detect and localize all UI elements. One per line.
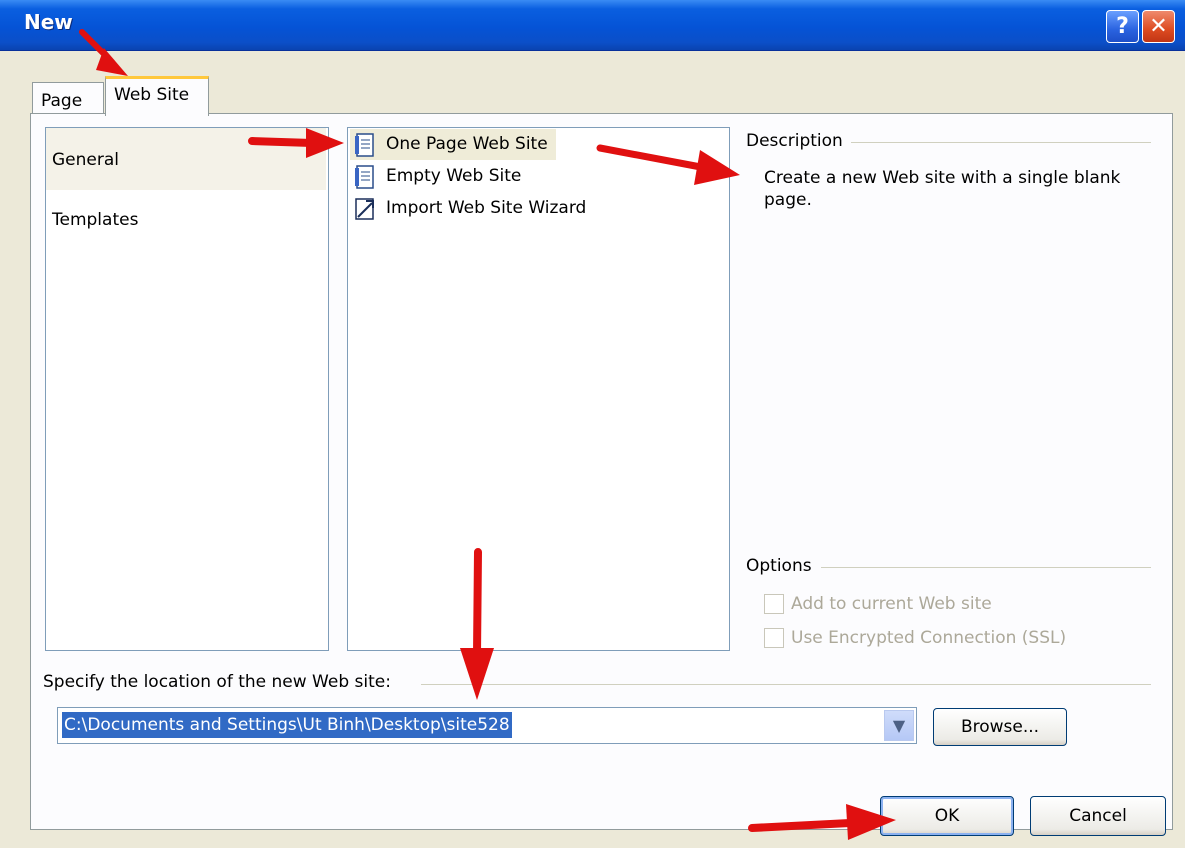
close-icon: ✕: [1149, 14, 1168, 39]
template-item-import-wizard[interactable]: Import Web Site Wizard: [352, 195, 712, 223]
tab-panel: General Templates One Page Web Site Empt…: [30, 113, 1173, 830]
use-ssl-label: Use Encrypted Connection (SSL): [791, 628, 1067, 648]
template-item-one-page[interactable]: One Page Web Site: [352, 131, 712, 159]
template-label: Import Web Site Wizard: [386, 198, 587, 218]
options-heading: Options: [746, 556, 816, 576]
tab-page[interactable]: Page: [32, 82, 104, 114]
category-label: Templates: [52, 210, 139, 230]
description-text: Create a new Web site with a single blan…: [764, 168, 1121, 210]
options-divider: [821, 567, 1151, 568]
template-list[interactable]: One Page Web Site Empty Web Site Import …: [347, 127, 730, 651]
location-combobox[interactable]: C:\Documents and Settings\Ut Binh\Deskto…: [57, 707, 917, 744]
template-label: Empty Web Site: [386, 166, 522, 186]
category-item-general[interactable]: General: [46, 128, 326, 190]
description-heading: Description: [746, 131, 847, 151]
description-divider: [851, 142, 1151, 143]
import-wizard-icon: [355, 198, 374, 220]
cancel-button[interactable]: Cancel: [1030, 796, 1166, 836]
category-list[interactable]: General Templates: [45, 127, 329, 651]
template-item-empty[interactable]: Empty Web Site: [352, 163, 712, 191]
close-button[interactable]: ✕: [1142, 10, 1175, 43]
location-divider: [421, 684, 1151, 685]
browse-button[interactable]: Browse...: [933, 708, 1067, 746]
page-template-icon: [355, 133, 374, 157]
category-label: General: [52, 150, 119, 170]
new-dialog: New ? ✕ Page Web Site General Templates: [0, 0, 1185, 848]
use-ssl-checkbox[interactable]: [764, 628, 784, 648]
tab-web-site[interactable]: Web Site: [105, 76, 209, 116]
location-label: Specify the location of the new Web site…: [43, 672, 395, 692]
category-item-templates[interactable]: Templates: [46, 210, 326, 240]
title-bar[interactable]: New ? ✕: [0, 0, 1185, 51]
dialog-title: New: [24, 10, 73, 34]
ok-button[interactable]: OK: [880, 796, 1014, 836]
template-label: One Page Web Site: [386, 134, 548, 154]
page-template-icon: [355, 165, 374, 189]
add-to-current-label: Add to current Web site: [791, 594, 992, 614]
add-to-current-checkbox[interactable]: [764, 594, 784, 614]
help-button[interactable]: ?: [1106, 10, 1139, 43]
chevron-down-icon: ▼: [892, 716, 906, 735]
help-icon: ?: [1116, 14, 1129, 39]
location-input[interactable]: C:\Documents and Settings\Ut Binh\Deskto…: [62, 712, 512, 738]
dropdown-button[interactable]: ▼: [884, 710, 914, 741]
